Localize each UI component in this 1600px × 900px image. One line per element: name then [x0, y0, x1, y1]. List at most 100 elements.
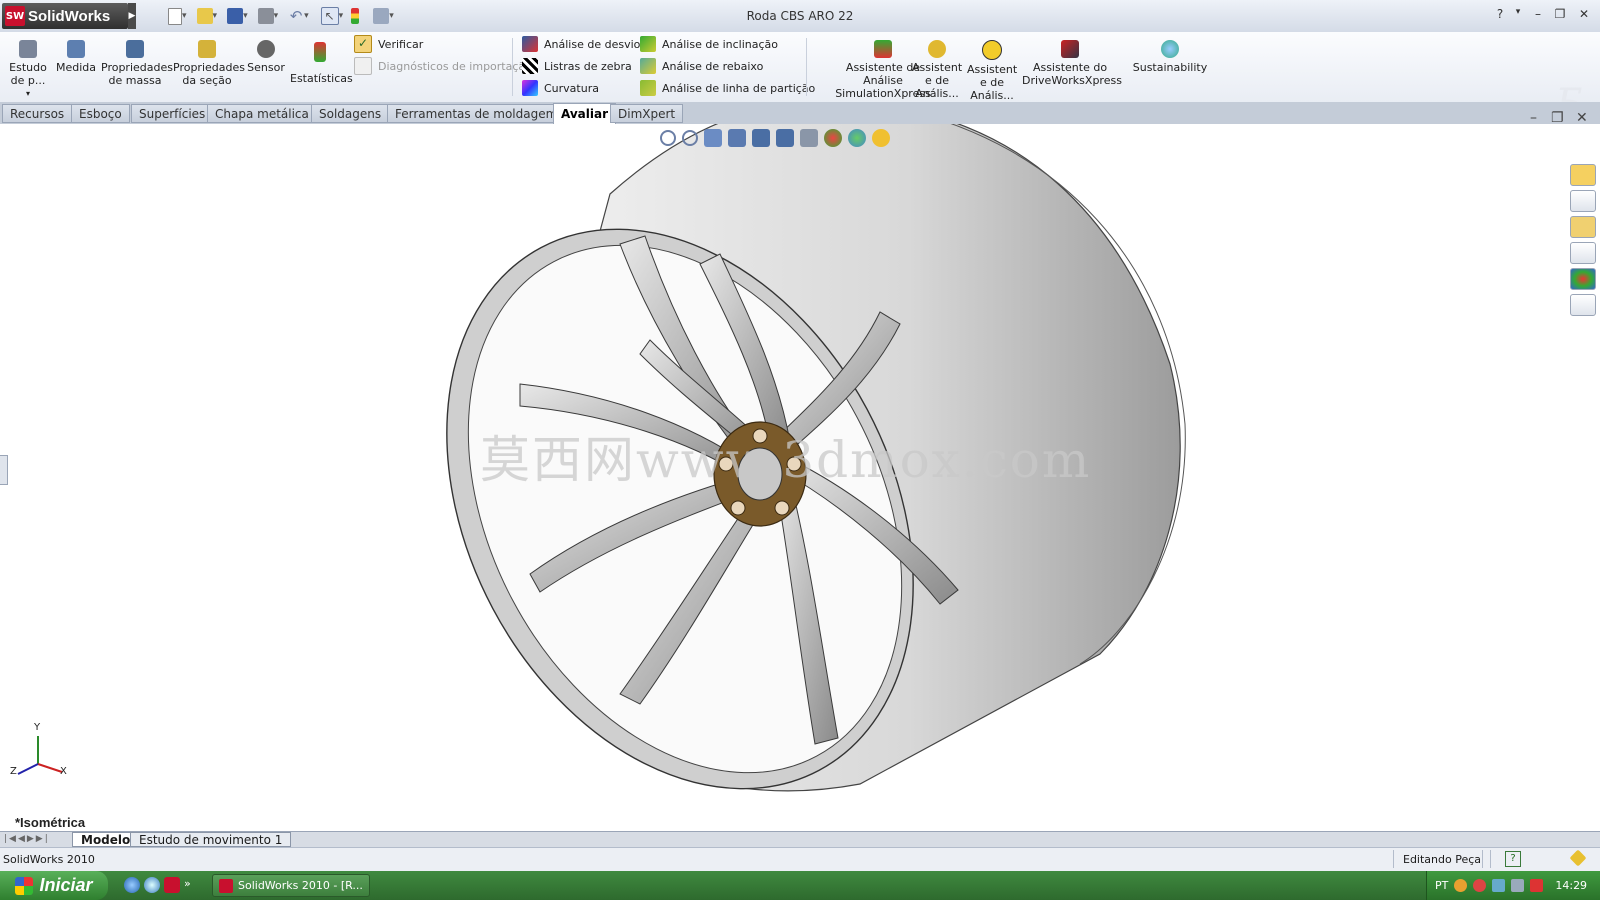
custom-properties-icon[interactable]: [1570, 294, 1596, 316]
command-manager-ribbon: Estudo de p... ▾ Medida Propriedades de …: [0, 32, 1600, 122]
viewport-restore-icon[interactable]: ❐: [1551, 110, 1564, 126]
solidworks-resources-icon[interactable]: [1570, 164, 1596, 186]
tab-avaliar[interactable]: Avaliar: [553, 103, 617, 124]
close-icon[interactable]: ✕: [1576, 7, 1592, 23]
section-view-icon[interactable]: [728, 129, 746, 147]
measure-label: Medida: [56, 61, 97, 74]
chevron-down-icon[interactable]: ▾: [8, 87, 48, 100]
driveworksxpress-button[interactable]: Assistente do DriveWorksXpress: [1022, 40, 1122, 87]
axis-z-label: Z: [10, 766, 17, 777]
sensor-button[interactable]: Sensor: [246, 40, 286, 74]
zebra-stripes-label: Listras de zebra: [544, 59, 632, 73]
section-properties-button[interactable]: Propriedades da seção: [173, 40, 245, 87]
zebra-stripes-button[interactable]: Listras de zebra: [522, 56, 632, 76]
model-tabs-bar: |◀◀▶▶| Modelo Estudo de movimento 1: [0, 831, 1600, 848]
tab-recursos[interactable]: Recursos: [2, 104, 73, 123]
solidworks-launch-icon[interactable]: [164, 877, 180, 893]
analysis-assistant-button[interactable]: Assistent e de Anális...: [912, 40, 962, 100]
taskbar-solidworks-window[interactable]: SolidWorks 2010 - [R...: [212, 874, 370, 897]
undercut-analysis-label: Análise de rebaixo: [662, 59, 764, 73]
motion-study-button[interactable]: Estudo de p... ▾: [8, 40, 48, 100]
curvature-label: Curvatura: [544, 81, 599, 95]
design-library-icon[interactable]: [1570, 190, 1596, 212]
axis-z-line: [17, 763, 39, 775]
view-palette-icon[interactable]: [1570, 242, 1596, 264]
checkmark-icon: ✓: [354, 35, 372, 53]
viewport-close-icon[interactable]: ✕: [1576, 110, 1588, 126]
deviation-analysis-button[interactable]: Análise de desvio: [522, 34, 640, 54]
tags-icon[interactable]: [1569, 849, 1587, 867]
curvature-button[interactable]: Curvatura: [522, 78, 599, 98]
analysis-assistant-label: Assistent e de Anális...: [912, 61, 963, 100]
measure-button[interactable]: Medida: [56, 40, 96, 74]
tab-superficies[interactable]: Superfícies: [131, 104, 214, 123]
statistics-icon: [314, 42, 326, 62]
network-icon[interactable]: [1492, 879, 1506, 892]
status-divider: [1393, 850, 1394, 868]
analysis-assistant-2-button[interactable]: Assistent e de Anális...: [967, 40, 1017, 102]
sensor-icon: [257, 40, 275, 58]
view-name-label: *Isométrica: [15, 815, 86, 830]
view-settings-icon[interactable]: [872, 129, 890, 147]
help-icon[interactable]: ?: [1492, 7, 1508, 23]
deviation-analysis-icon: [522, 36, 538, 52]
statistics-button[interactable]: Estatísticas: [290, 42, 353, 85]
solidworks-task-icon: [219, 878, 233, 893]
tab-dimxpert[interactable]: DimXpert: [610, 104, 684, 123]
tab-soldagens[interactable]: Soldagens: [311, 104, 390, 123]
tab-esboco[interactable]: Esboço: [71, 104, 130, 123]
parting-line-analysis-icon: [640, 80, 656, 96]
axis-x-label: X: [60, 766, 67, 777]
import-diagnostics-button[interactable]: Diagnósticos de importação: [354, 56, 532, 76]
hide-show-items-icon[interactable]: [800, 129, 818, 147]
windows-taskbar: Iniciar » SolidWorks 2010 - [R... PT 14:…: [0, 871, 1600, 900]
verify-button[interactable]: ✓ Verificar: [354, 34, 423, 54]
volume-icon[interactable]: [1511, 879, 1525, 892]
zoom-to-fit-icon[interactable]: [660, 130, 676, 146]
internet-explorer-icon[interactable]: [124, 877, 140, 893]
parting-line-analysis-button[interactable]: Análise de linha de partição: [640, 78, 815, 98]
tray-app-icon[interactable]: [1473, 879, 1487, 892]
sustainability-button[interactable]: Sustainability: [1132, 40, 1208, 74]
minimize-icon[interactable]: –: [1530, 7, 1546, 23]
viewport-minimize-icon[interactable]: –: [1530, 110, 1537, 126]
tab-chapa-metalica[interactable]: Chapa metálica: [207, 104, 317, 123]
watermark: 莫西网www.3dmox.com: [480, 431, 1092, 489]
windows-flag-icon: [15, 876, 34, 895]
tab-estudo-de-movimento[interactable]: Estudo de movimento 1: [130, 832, 292, 847]
file-explorer-icon[interactable]: [1570, 216, 1596, 238]
tray-expand-icon[interactable]: [1454, 879, 1468, 892]
language-indicator[interactable]: PT: [1435, 879, 1448, 892]
start-button[interactable]: Iniciar: [0, 871, 108, 900]
chevron-down-icon[interactable]: ▾: [1510, 7, 1526, 23]
mass-properties-button[interactable]: Propriedades de massa: [101, 40, 173, 87]
display-style-icon[interactable]: [776, 129, 794, 147]
motion-study-label: Estudo de p...: [9, 61, 47, 87]
statistics-label: Estatísticas: [290, 72, 353, 85]
apply-scene-icon[interactable]: [848, 129, 866, 147]
measure-icon: [67, 40, 85, 58]
previous-view-icon[interactable]: [704, 129, 722, 147]
draft-analysis-button[interactable]: Análise de inclinação: [640, 34, 778, 54]
feature-manager-collapse-handle[interactable]: [0, 455, 8, 485]
tab-ferramentas-de-moldagem[interactable]: Ferramentas de moldagem: [387, 104, 566, 123]
tab-scroll-arrows-icon[interactable]: |◀◀▶▶|: [4, 834, 50, 844]
sustainability-globe-icon: [1161, 40, 1179, 58]
task-pane-tabs: [1570, 164, 1598, 316]
start-label: Iniciar: [39, 875, 93, 895]
quick-launch-more-icon[interactable]: »: [184, 877, 191, 893]
quick-tips-help-icon[interactable]: ?: [1505, 851, 1521, 867]
security-icon[interactable]: [1530, 879, 1544, 892]
restore-icon[interactable]: ❐: [1552, 7, 1568, 23]
undercut-analysis-button[interactable]: Análise de rebaixo: [640, 56, 763, 76]
edit-appearance-icon[interactable]: [824, 129, 842, 147]
zoom-to-area-icon[interactable]: [682, 130, 698, 146]
driveworksxpress-icon: [1061, 40, 1079, 58]
view-orientation-icon[interactable]: [752, 129, 770, 147]
axis-x-line: [37, 763, 63, 773]
browser-icon[interactable]: [144, 877, 160, 893]
clock: 14:29: [1555, 879, 1588, 892]
status-app-version: SolidWorks 2010: [3, 853, 95, 866]
section-properties-icon: [198, 40, 216, 58]
appearances-scenes-icon[interactable]: [1570, 268, 1596, 290]
